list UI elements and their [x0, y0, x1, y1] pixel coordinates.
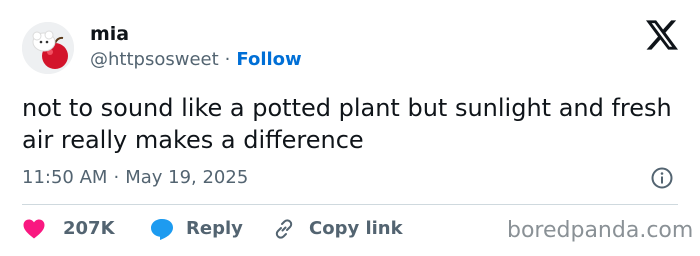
handle-row: @httpsosweet · Follow — [90, 48, 302, 72]
tweet-card: mia @httpsosweet · Follow not to sound lik… — [0, 0, 700, 256]
tweet-date[interactable]: May 19, 2025 — [125, 167, 248, 188]
divider — [22, 204, 678, 205]
follow-button[interactable]: Follow — [236, 49, 301, 70]
avatar-image — [22, 22, 74, 74]
reply-label: Reply — [186, 218, 243, 239]
handle[interactable]: @httpsosweet — [90, 49, 219, 70]
timestamp-separator: · — [113, 167, 120, 188]
tweet-text: not to sound like a potted plant but sun… — [22, 94, 672, 154]
reply-button[interactable]: Reply — [149, 215, 243, 243]
info-icon[interactable] — [650, 166, 674, 190]
reply-bubble-icon — [151, 219, 173, 240]
copy-link-label: Copy link — [309, 218, 403, 239]
timestamp-row: 11:50 AM · May 19, 2025 — [22, 166, 248, 190]
like-button[interactable]: 207K — [22, 215, 115, 243]
avatar[interactable] — [22, 22, 74, 74]
heart-icon — [23, 219, 45, 239]
x-logo-icon[interactable] — [646, 20, 678, 50]
copy-link-button[interactable]: Copy link — [272, 215, 403, 243]
watermark: boredpanda.com — [507, 218, 694, 243]
like-count: 207K — [63, 218, 115, 239]
display-name[interactable]: mia — [90, 22, 129, 46]
tweet-time[interactable]: 11:50 AM — [22, 167, 107, 188]
handle-separator: · — [224, 49, 231, 70]
link-icon — [275, 219, 293, 239]
